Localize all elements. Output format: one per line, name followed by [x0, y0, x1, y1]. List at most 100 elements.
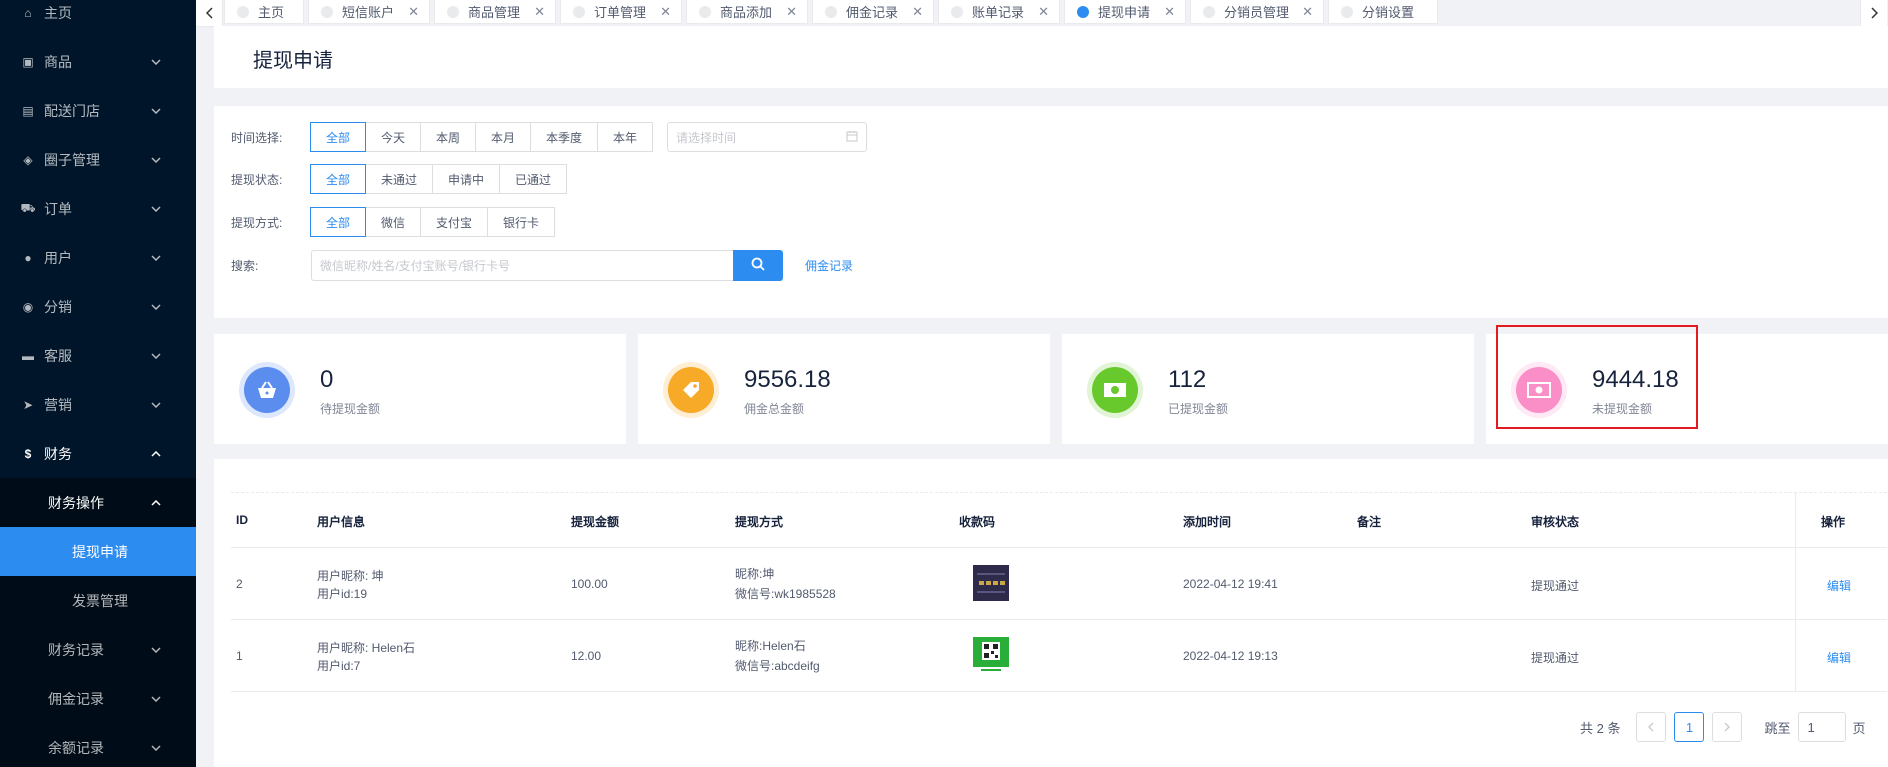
cell-time: 2022-04-12 19:13	[1183, 649, 1278, 663]
next-page-button[interactable]	[1712, 712, 1743, 742]
time-option-all[interactable]: 全部	[310, 122, 366, 152]
tab-distribution-settings[interactable]: 分销设置	[1328, 0, 1438, 24]
sidebar-item-balance[interactable]: 余额记录	[0, 723, 196, 767]
sidebar-item-distribution[interactable]: ◉ 分销	[0, 282, 196, 331]
sidebar-item-order[interactable]: ⛟ 订单	[0, 184, 196, 233]
table-row: 1 用户昵称: Helen石 用户id:7 12.00 昵称:Helen石 微信…	[231, 620, 1887, 692]
stat-caption: 佣金总金额	[744, 402, 805, 416]
tab-distributor[interactable]: 分销员管理 ✕	[1190, 0, 1324, 24]
prev-page-button[interactable]	[1636, 712, 1667, 742]
sidebar-item-goods[interactable]: ▣ 商品	[0, 37, 196, 86]
status-dot	[1341, 5, 1353, 18]
table-header: ID 用户信息 提现金额 提现方式 收款码 添加时间 备注 审核状态 操作	[231, 492, 1887, 548]
commission-records-link[interactable]: 佣金记录	[805, 257, 853, 274]
cell-user-nick: 用户昵称: Helen石	[317, 641, 416, 655]
robot-icon: ◉	[22, 299, 34, 314]
tab-order-manage[interactable]: 订单管理 ✕	[560, 0, 682, 24]
close-icon[interactable]: ✕	[660, 4, 671, 20]
edit-link[interactable]: 编辑	[1827, 577, 1851, 594]
tab-scroll-right-icon[interactable]	[1860, 0, 1887, 26]
sidebar-item-home[interactable]: ⌂ 主页	[0, 0, 196, 37]
search-input[interactable]: 微信昵称/姓名/支付宝账号/银行卡号	[311, 250, 733, 281]
cell-id: 1	[236, 649, 243, 663]
jump-page-input[interactable]: 1	[1798, 712, 1847, 742]
tab-goods-manage[interactable]: 商品管理 ✕	[434, 0, 556, 24]
method-option-alipay[interactable]: 支付宝	[420, 207, 488, 237]
method-option-bank[interactable]: 银行卡	[487, 207, 555, 237]
time-option-week[interactable]: 本周	[420, 122, 476, 152]
method-option-all[interactable]: 全部	[310, 207, 366, 237]
qrcode-image[interactable]	[973, 565, 1009, 601]
edit-link[interactable]: 编辑	[1827, 649, 1851, 666]
page-1-button[interactable]: 1	[1674, 712, 1705, 742]
sidebar-item-withdraw[interactable]: 提现申请	[0, 527, 196, 576]
sidebar-item-marketing[interactable]: ➤ 营销	[0, 380, 196, 429]
tab-bar: 主页 短信账户 ✕ 商品管理 ✕ 订单管理 ✕ 商品添加 ✕ 佣金记录 ✕ 账单记录 ✕ 提…	[196, 0, 1888, 27]
close-icon[interactable]: ✕	[534, 4, 545, 20]
cell-id: 2	[236, 577, 243, 591]
chevron-down-icon	[150, 301, 162, 313]
close-icon[interactable]: ✕	[1302, 4, 1313, 20]
cell-time: 2022-04-12 19:41	[1183, 577, 1278, 591]
sidebar-item-invoice[interactable]: 发票管理	[0, 576, 196, 625]
search-button[interactable]	[733, 250, 783, 281]
column-header-method: 提现方式	[735, 515, 784, 529]
tab-bill[interactable]: 账单记录 ✕	[938, 0, 1060, 24]
chevron-left-icon	[1648, 722, 1654, 732]
chevron-down-icon	[150, 693, 162, 705]
time-option-year[interactable]: 本年	[597, 122, 653, 152]
time-filter-label: 时间选择:	[231, 130, 283, 145]
tab-sms[interactable]: 短信账户 ✕	[308, 0, 430, 24]
column-header-status: 审核状态	[1531, 515, 1580, 529]
close-icon[interactable]: ✕	[1164, 4, 1175, 20]
stat-caption: 已提现金额	[1168, 402, 1229, 416]
status-dot	[447, 5, 459, 18]
qrcode-image[interactable]	[973, 637, 1009, 673]
tab-commission[interactable]: 佣金记录 ✕	[812, 0, 934, 24]
search-row: 搜索: 微信昵称/姓名/支付宝账号/银行卡号 佣金记录	[231, 250, 853, 281]
sidebar-item-finance[interactable]: $ 财务	[0, 429, 196, 478]
cell-method-nick: 昵称:坤	[735, 567, 775, 581]
status-dot	[321, 5, 333, 18]
status-filter-group: 全部 未通过 申请中 已通过	[310, 164, 567, 194]
tab-home[interactable]: 主页	[224, 0, 304, 24]
close-icon[interactable]: ✕	[408, 4, 419, 20]
sidebar-item-finance-records[interactable]: 财务记录	[0, 625, 196, 674]
sidebar-item-user[interactable]: ● 用户	[0, 233, 196, 282]
close-icon[interactable]: ✕	[786, 4, 797, 20]
tab-scroll-left-icon[interactable]	[196, 0, 223, 26]
time-option-month[interactable]: 本月	[475, 122, 531, 152]
money-icon	[1092, 367, 1138, 413]
cell-user-id: 用户id:7	[317, 659, 361, 673]
cart-icon: ⛟	[20, 200, 36, 215]
time-option-quarter[interactable]: 本季度	[530, 122, 598, 152]
method-option-wechat[interactable]: 微信	[365, 207, 421, 237]
store-icon: ▤	[22, 103, 34, 118]
bag-icon: ▣	[22, 54, 34, 69]
close-icon[interactable]: ✕	[912, 4, 923, 20]
close-icon[interactable]: ✕	[1038, 4, 1049, 20]
divider	[1795, 620, 1796, 691]
status-option-pending[interactable]: 申请中	[432, 164, 500, 194]
user-icon: ●	[24, 250, 32, 265]
time-filter-group: 全部 今天 本周 本月 本季度 本年	[310, 122, 653, 152]
tab-goods-add[interactable]: 商品添加 ✕	[686, 0, 808, 24]
title-panel: 提现申请	[214, 26, 1888, 88]
date-placeholder: 请选择时间	[676, 130, 737, 145]
sidebar-item-finance-ops[interactable]: 财务操作	[0, 478, 196, 527]
date-range-input[interactable]: 请选择时间	[667, 122, 867, 152]
sidebar-item-service[interactable]: ▬ 客服	[0, 331, 196, 380]
status-option-all[interactable]: 全部	[310, 164, 366, 194]
time-option-today[interactable]: 今天	[365, 122, 421, 152]
highlight-box	[1496, 325, 1698, 429]
cell-user-nick: 用户昵称: 坤	[317, 569, 384, 583]
sidebar-item-commission[interactable]: 佣金记录	[0, 674, 196, 723]
status-option-rejected[interactable]: 未通过	[365, 164, 433, 194]
status-dot	[1077, 5, 1089, 18]
pagination: 共 2 条 1 跳至 1 页	[1580, 712, 1866, 742]
status-option-approved[interactable]: 已通过	[499, 164, 567, 194]
sidebar-item-circle[interactable]: ◈ 圈子管理	[0, 135, 196, 184]
sidebar-item-store[interactable]: ▤ 配送门店	[0, 86, 196, 135]
page-suffix: 页	[1852, 720, 1866, 736]
tab-withdraw[interactable]: 提现申请 ✕	[1064, 0, 1186, 24]
